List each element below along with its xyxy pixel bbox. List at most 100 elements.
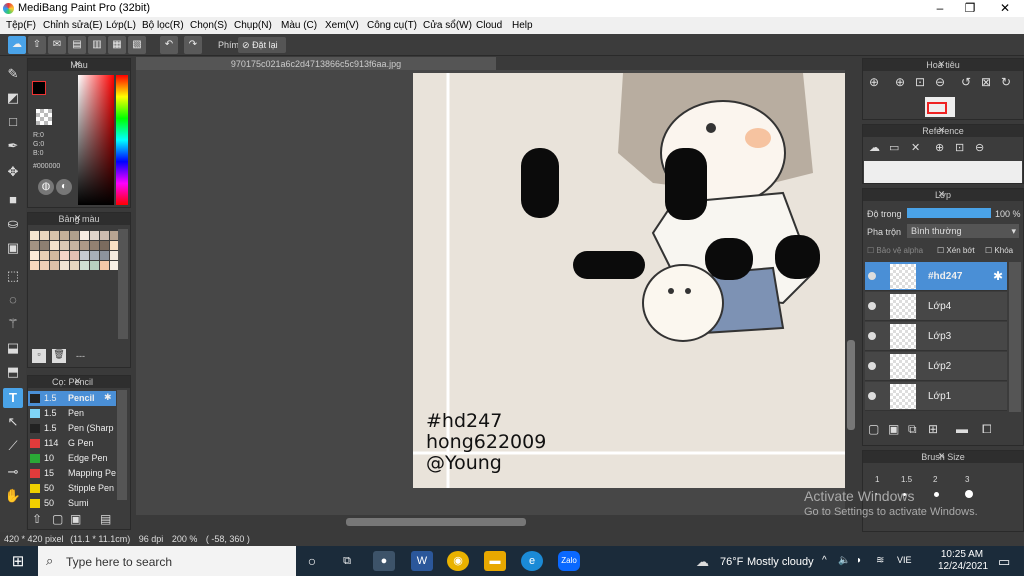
- gear-icon[interactable]: ✱: [993, 269, 1003, 283]
- palette-swatch[interactable]: [100, 231, 109, 240]
- reference-view[interactable]: [864, 161, 1022, 183]
- palette-swatch[interactable]: [30, 231, 39, 240]
- rect-tool-icon[interactable]: □: [3, 112, 23, 132]
- zoom-in-icon[interactable]: ⊕: [895, 75, 905, 89]
- eyedropper-icon[interactable]: ⟋: [3, 436, 23, 456]
- operation-tool-icon[interactable]: ↖: [3, 412, 23, 432]
- protect-alpha-label[interactable]: Bảo vệ alpha: [876, 246, 923, 255]
- folder-icon[interactable]: ▭: [889, 141, 899, 154]
- document-icon[interactable]: ▥: [88, 36, 106, 54]
- layer-row[interactable]: Lớp2: [865, 352, 1007, 381]
- palette-swatch[interactable]: [50, 231, 59, 240]
- cortana-icon[interactable]: ○: [301, 551, 323, 571]
- gradient-tool-icon[interactable]: ▣: [3, 238, 23, 258]
- select-tool-icon[interactable]: ⬚: [3, 266, 23, 286]
- gear-icon[interactable]: ✱: [104, 392, 112, 403]
- task-view-icon[interactable]: ⧉: [336, 551, 358, 571]
- cloud-icon[interactable]: ☁: [8, 36, 26, 54]
- palette-swatch[interactable]: [90, 241, 99, 250]
- foreground-color[interactable]: [32, 81, 46, 95]
- trash-icon[interactable]: 🗑: [52, 349, 66, 363]
- brush-item[interactable]: 15 Mapping Pe: [28, 466, 116, 481]
- close-icon[interactable]: ✕: [28, 376, 127, 387]
- palette-swatch[interactable]: [40, 251, 49, 260]
- text-tool-icon[interactable]: T: [3, 388, 23, 408]
- palette-swatch[interactable]: [60, 241, 69, 250]
- layer-row[interactable]: Lớp3: [865, 322, 1007, 351]
- palette-swatch[interactable]: [100, 251, 109, 260]
- palette-swatch[interactable]: [50, 251, 59, 260]
- brush-size-2[interactable]: 1.5: [901, 475, 912, 484]
- brush-item[interactable]: 1.5 Pencil ✱: [28, 391, 116, 406]
- duplicate-layer-icon[interactable]: ⧉: [908, 422, 917, 437]
- pencil-tool-icon[interactable]: ✎: [3, 64, 23, 84]
- fit-icon[interactable]: ⊡: [915, 75, 925, 89]
- close-icon[interactable]: ✕: [28, 213, 127, 224]
- pen-tool-icon[interactable]: ✒: [3, 136, 23, 156]
- hand-tool-icon[interactable]: ✋: [3, 486, 23, 506]
- brush-item[interactable]: 50 Sumi: [28, 496, 116, 511]
- menu-capture[interactable]: Chụp(N): [234, 20, 272, 31]
- palette-swatch[interactable]: [70, 251, 79, 260]
- edge-icon[interactable]: e: [521, 551, 543, 571]
- move-tool-icon[interactable]: ✥: [3, 162, 23, 182]
- select-pen-icon[interactable]: ⬓: [3, 338, 23, 358]
- redo-icon[interactable]: ↷: [184, 36, 202, 54]
- zoom-in-icon[interactable]: ⊕: [869, 75, 879, 89]
- palette-swatch[interactable]: [40, 231, 49, 240]
- weather-desc[interactable]: Mostly cloudy: [747, 556, 814, 568]
- minimize-button[interactable]: –: [925, 0, 955, 17]
- clock[interactable]: 10:25 AM 12/24/2021: [938, 549, 988, 573]
- vertical-scroll-thumb[interactable]: [847, 340, 855, 430]
- transparent-swatch[interactable]: [36, 109, 52, 125]
- palette-swatch[interactable]: [100, 241, 109, 250]
- zoom-out-icon[interactable]: ⊖: [975, 141, 984, 154]
- drawing-canvas[interactable]: #hd247 hong622009 @Young: [413, 73, 845, 488]
- palette-swatch[interactable]: [30, 261, 39, 270]
- file-explorer-icon[interactable]: ▬: [484, 551, 506, 571]
- menu-edit[interactable]: Chỉnh sửa(E): [43, 20, 103, 31]
- zoom-out-icon[interactable]: ⊖: [935, 75, 945, 89]
- network-icon[interactable]: ◗: [856, 555, 862, 566]
- eye-icon[interactable]: [868, 302, 876, 310]
- palette-swatch[interactable]: [60, 231, 69, 240]
- hue-slider[interactable]: [116, 75, 128, 205]
- magic-wand-icon[interactable]: ⚚: [3, 314, 23, 334]
- navigator-thumbnail[interactable]: [925, 97, 955, 117]
- view-rect[interactable]: [927, 102, 947, 114]
- layout-icon[interactable]: ▧: [128, 36, 146, 54]
- notification-icon[interactable]: ▭: [998, 554, 1010, 570]
- palette-swatch[interactable]: [70, 241, 79, 250]
- lock-label[interactable]: Khóa: [994, 246, 1013, 255]
- close-icon[interactable]: ✕: [863, 59, 1020, 70]
- menu-color[interactable]: Màu (C): [281, 20, 317, 31]
- taskbar-search[interactable]: ⌕ Type here to search: [38, 546, 296, 576]
- zalo-icon[interactable]: Zalo: [558, 551, 580, 571]
- eraser-tool-icon[interactable]: ◩: [3, 88, 23, 108]
- cloud-icon[interactable]: ☁: [869, 141, 880, 154]
- brush-scrollbar[interactable]: [117, 390, 127, 500]
- palette-swatch[interactable]: [100, 261, 109, 270]
- menu-cloud[interactable]: Cloud: [476, 20, 502, 31]
- palette-swatch[interactable]: [90, 231, 99, 240]
- menu-window[interactable]: Cửa sổ(W): [423, 20, 472, 31]
- brush-size-4[interactable]: 3: [965, 475, 969, 484]
- layer-row[interactable]: Lớp4: [865, 292, 1007, 321]
- close-icon[interactable]: ✕: [863, 189, 1020, 200]
- vertical-scrollbar[interactable]: [845, 70, 857, 515]
- brush-item[interactable]: 114 G Pen: [28, 436, 116, 451]
- medibang-taskbar-icon[interactable]: ●: [373, 551, 395, 571]
- eye-icon[interactable]: [868, 362, 876, 370]
- opacity-slider[interactable]: [907, 208, 991, 218]
- grid-icon[interactable]: ▦: [108, 36, 126, 54]
- reset-rotate-icon[interactable]: ⊠: [981, 75, 991, 89]
- chat-icon[interactable]: ▤: [68, 36, 86, 54]
- new-halftone-icon[interactable]: ▣: [888, 422, 899, 436]
- brush-size-3[interactable]: 2: [933, 475, 937, 484]
- palette-swatch[interactable]: [60, 251, 69, 260]
- palette-scrollbar[interactable]: [118, 229, 128, 339]
- lasso-tool-icon[interactable]: ◌: [3, 290, 23, 310]
- close-button[interactable]: ✕: [990, 0, 1020, 17]
- menu-file[interactable]: Tệp(F): [6, 20, 36, 31]
- palette-swatch[interactable]: [30, 251, 39, 260]
